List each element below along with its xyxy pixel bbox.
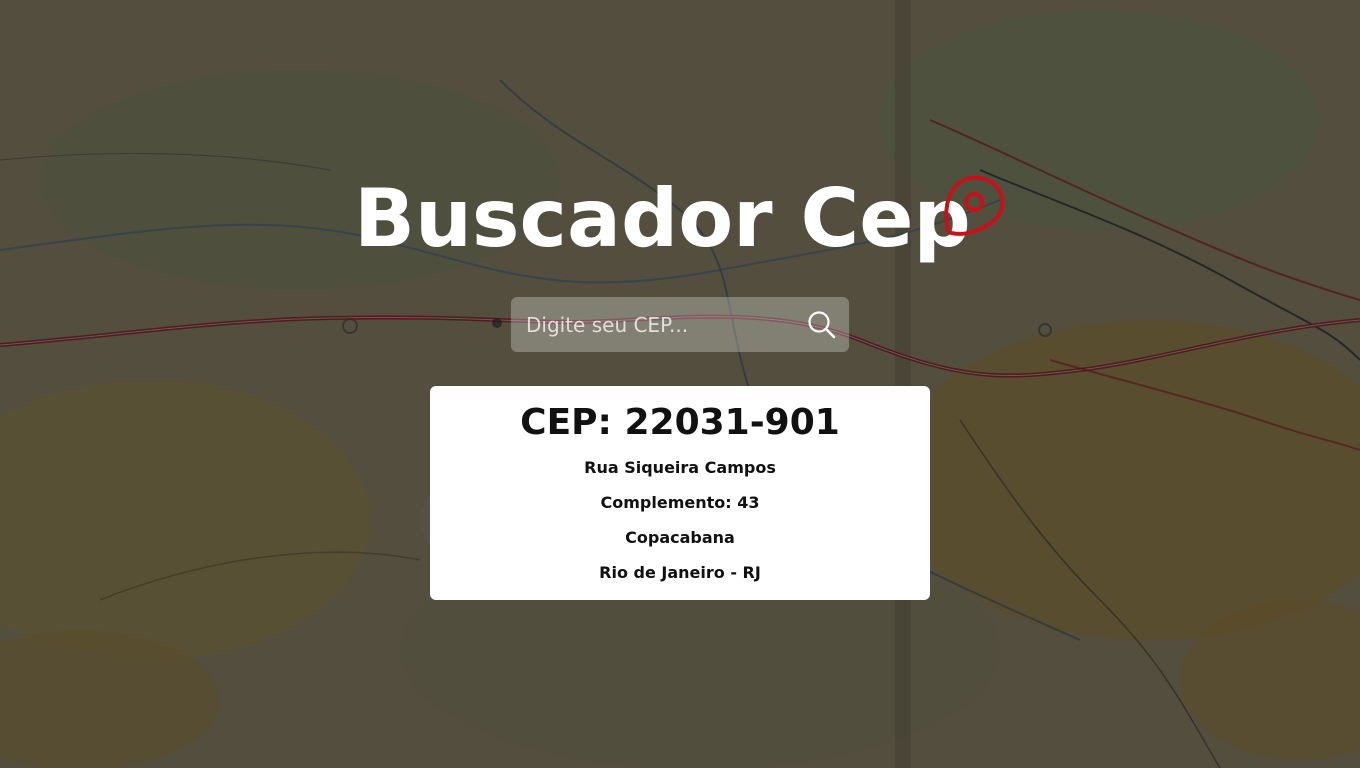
result-card: CEP: 22031-901 Rua Siqueira Campos Compl… <box>430 386 930 600</box>
neighborhood-text: Copacabana <box>625 528 735 547</box>
page-title: Buscador Cep <box>354 172 971 265</box>
main-content: Buscador Cep CEP: 22031-901 Rua Siqueira… <box>0 0 1360 768</box>
search-bar <box>511 297 849 352</box>
street-text: Rua Siqueira Campos <box>584 458 776 477</box>
search-icon <box>805 311 839 345</box>
location-pin-icon <box>938 170 1008 240</box>
city-state-text: Rio de Janeiro - RJ <box>599 563 761 582</box>
search-button[interactable] <box>805 308 839 342</box>
header: Buscador Cep <box>0 170 1360 270</box>
cep-heading: CEP: 22031-901 <box>520 402 840 443</box>
cep-search-input[interactable] <box>511 297 791 352</box>
complement-text: Complemento: 43 <box>600 493 760 512</box>
